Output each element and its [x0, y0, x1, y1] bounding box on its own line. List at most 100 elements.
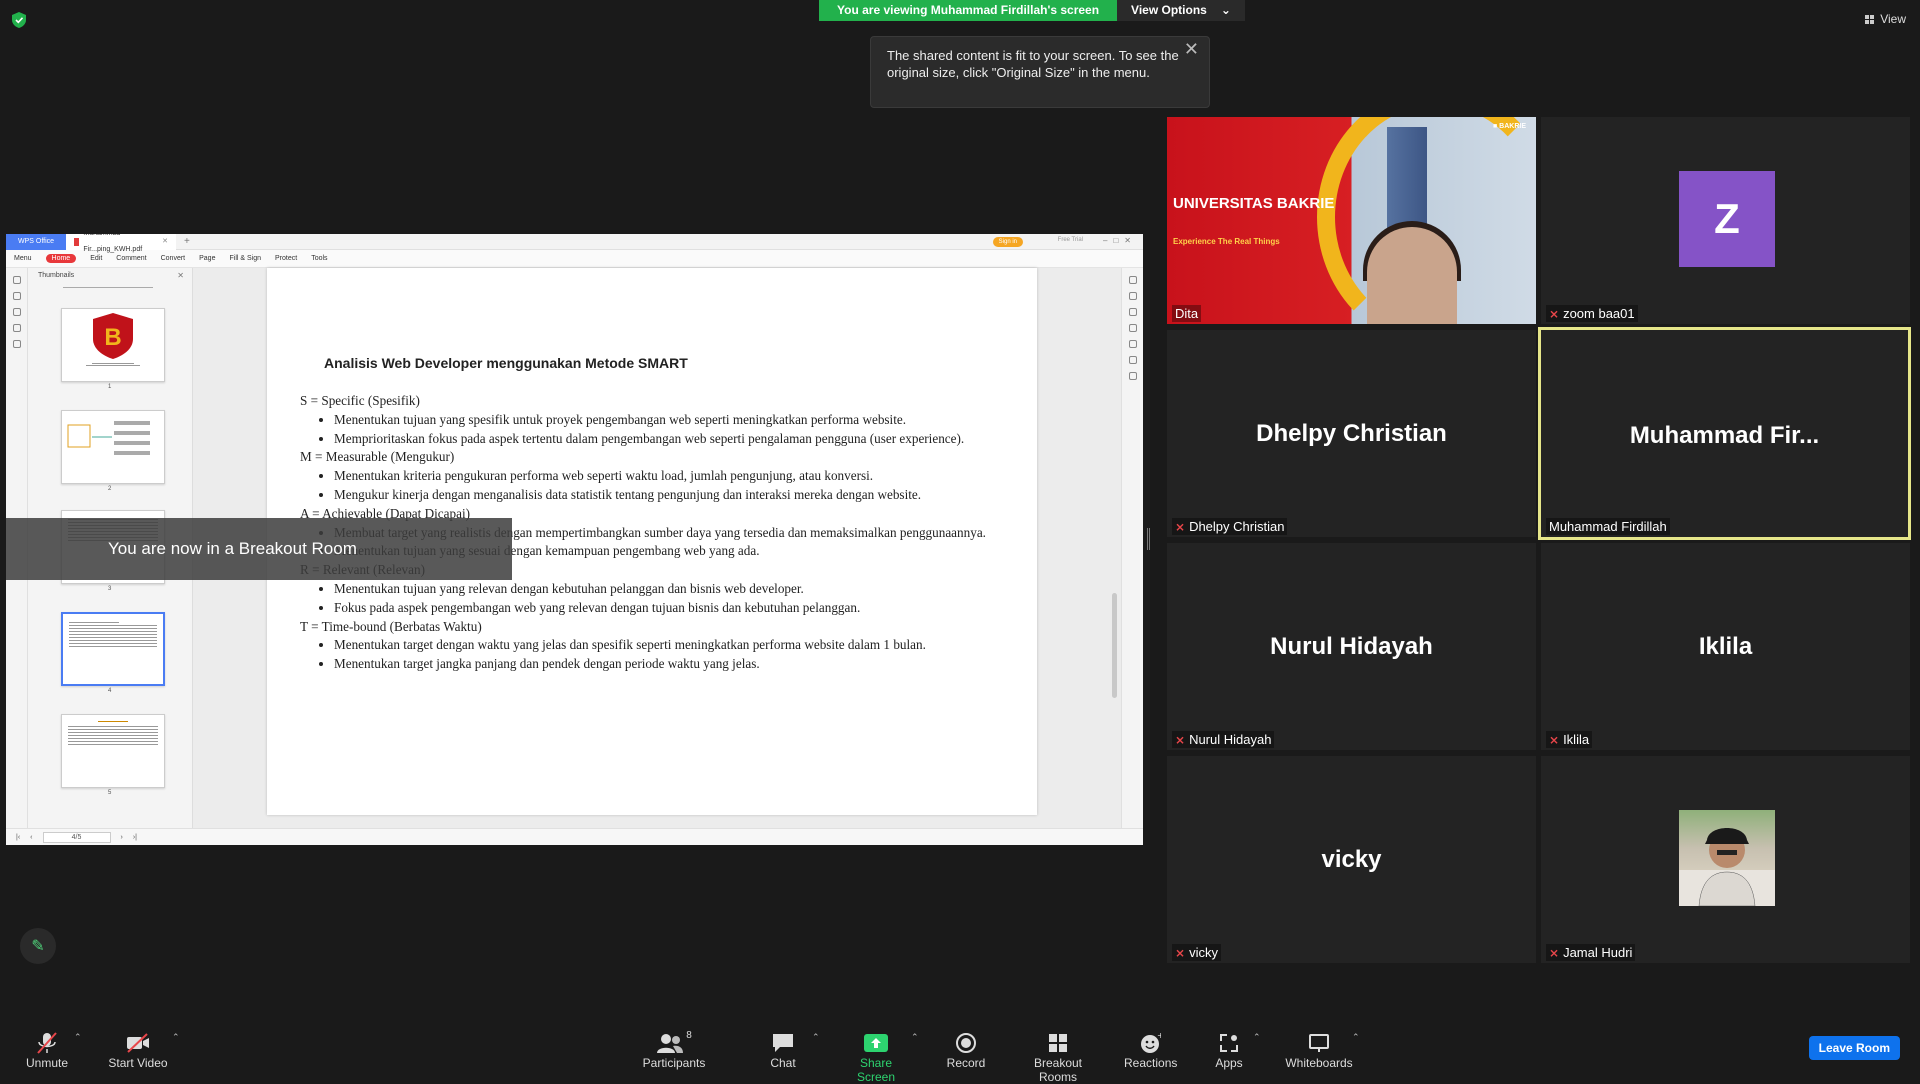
video-options-caret-icon[interactable]: ⌃ [172, 1032, 180, 1043]
participant-display-name: Dhelpy Christian [1256, 420, 1447, 447]
window-controls[interactable]: –□✕ [1103, 236, 1137, 245]
pen-icon[interactable] [1129, 308, 1137, 316]
apps-options-caret-icon[interactable]: ⌃ [1253, 1032, 1261, 1043]
wps-office-tab[interactable]: WPS Office [6, 234, 67, 250]
participant-tile-nurul[interactable]: Nurul Hidayah ⨯ Nurul Hidayah [1167, 543, 1536, 750]
participant-tile-vicky[interactable]: vicky ⨯ vicky [1167, 756, 1536, 963]
participant-name-label: Dita [1172, 305, 1202, 322]
participant-tile-zoom-baa01[interactable]: Z ⨯ zoom baa01 [1541, 117, 1910, 324]
menu-item-home[interactable]: Home [45, 254, 77, 263]
last-page-icon[interactable]: ›| [133, 834, 137, 841]
participant-display-name: Iklila [1698, 633, 1753, 660]
thumbnail-page-1[interactable]: B [61, 308, 165, 382]
leave-room-button[interactable]: Leave Room [1808, 1036, 1900, 1060]
whiteboards-label: Whiteboards [1285, 1056, 1353, 1070]
menu-item-protect[interactable]: Protect [275, 255, 297, 262]
sign-in-button[interactable]: Sign in [992, 237, 1023, 247]
reactions-button[interactable]: + Reactions [1124, 1030, 1178, 1070]
right-tool-rail [1121, 268, 1143, 828]
share-screen-button[interactable]: Share Screen [840, 1030, 912, 1084]
university-logo-icon: ■ BAKRIE [1492, 123, 1526, 130]
breakout-rooms-icon [1014, 1030, 1102, 1056]
participant-tile-dhelpy[interactable]: Dhelpy Christian ⨯ Dhelpy Christian [1167, 330, 1536, 537]
whiteboards-button[interactable]: Whiteboards [1282, 1030, 1356, 1070]
view-layout-button[interactable]: View [1865, 12, 1906, 26]
previous-page-icon[interactable]: ‹ [30, 834, 32, 841]
record-button[interactable]: Record [943, 1030, 989, 1070]
thumbnail-number: 3 [108, 586, 112, 592]
view-options-button[interactable]: View Options ⌄ [1117, 0, 1245, 21]
thumbnail-page-4[interactable] [61, 612, 165, 686]
share-options-caret-icon[interactable]: ⌃ [911, 1032, 919, 1043]
document-scrollbar[interactable] [1112, 593, 1117, 698]
start-video-button[interactable]: Start Video [106, 1030, 170, 1070]
bookmark-icon[interactable] [13, 276, 21, 284]
share-screen-icon [840, 1030, 912, 1056]
wps-tab-bar: WPS Office Muhammad Fir...ping_KWH.pdf ✕… [6, 234, 1143, 253]
audio-options-caret-icon[interactable]: ⌃ [74, 1032, 82, 1043]
mic-muted-icon: ⨯ [1549, 306, 1560, 321]
unmute-label: Unmute [25, 1056, 69, 1070]
zoom-icon[interactable] [1129, 356, 1137, 364]
apps-button[interactable]: Apps [1214, 1030, 1244, 1070]
close-icon[interactable]: ✕ [1184, 40, 1199, 58]
chat-button[interactable]: Chat [763, 1030, 803, 1070]
menu-item-page[interactable]: Page [199, 255, 215, 262]
annotate-pen-button[interactable]: ✎ [20, 928, 56, 964]
help-icon[interactable] [1129, 372, 1137, 380]
new-tab-plus-icon[interactable]: + [176, 236, 198, 247]
mic-muted-icon: ⨯ [1175, 945, 1186, 960]
breakout-rooms-button[interactable]: Breakout Rooms [1014, 1030, 1102, 1084]
participant-tile-jamal[interactable]: ⨯ Jamal Hudri [1541, 756, 1910, 963]
chevron-down-icon: ⌄ [1220, 3, 1231, 17]
page-number-input[interactable]: 4/5 [42, 831, 111, 843]
chat-options-caret-icon[interactable]: ⌃ [812, 1032, 820, 1043]
section-heading: M = Measurable (Mengukur) [300, 449, 455, 465]
mic-muted-icon: ⨯ [1549, 945, 1560, 960]
free-trial-button[interactable]: Free Trial [1058, 237, 1083, 243]
participant-name-label: ⨯ zoom baa01 [1546, 305, 1638, 322]
list-item: Mengukur kinerja dengan menganalisis dat… [334, 486, 1010, 505]
thumbnail-page-5[interactable] [61, 714, 165, 788]
comment-icon[interactable] [13, 308, 21, 316]
edit-icon[interactable] [1129, 276, 1137, 284]
list-item: Memprioritaskan fokus pada aspek tertent… [334, 430, 1010, 449]
whiteboard-options-caret-icon[interactable]: ⌃ [1352, 1032, 1360, 1043]
reactions-label: Reactions [1124, 1056, 1178, 1070]
close-icon[interactable]: ✕ [162, 234, 168, 250]
next-page-icon[interactable]: › [121, 834, 123, 841]
menu-item-convert[interactable]: Convert [161, 255, 186, 262]
mic-muted-icon: ⨯ [1175, 519, 1186, 534]
thumbnails-icon[interactable] [13, 292, 21, 300]
attachment-icon[interactable] [13, 324, 21, 332]
thumbnail-page-2[interactable] [61, 410, 165, 484]
participant-tile-muhammad[interactable]: Muhammad Fir... Muhammad Firdillah [1538, 327, 1911, 540]
record-label: Record [946, 1056, 986, 1070]
participant-tile-dita[interactable]: UNIVERSITAS BAKRIE Experience The Real T… [1167, 117, 1536, 324]
security-shield-icon[interactable] [12, 12, 26, 28]
participant-name: vicky [1189, 945, 1218, 960]
format-icon[interactable] [1129, 292, 1137, 300]
list-item: Menentukan target dengan waktu yang jela… [334, 636, 1010, 655]
print-icon[interactable] [1129, 340, 1137, 348]
section-time-bound: T = Time-bound (Berbatas Waktu) Menentuk… [300, 618, 1010, 674]
apps-icon [1214, 1030, 1244, 1056]
first-page-icon[interactable]: |‹ [16, 834, 20, 841]
signature-icon[interactable] [13, 340, 21, 348]
participants-button[interactable]: 8 Participants [640, 1030, 708, 1070]
thumbnail-zoom-slider[interactable] [63, 287, 153, 288]
list-item: Fokus pada aspek pengembangan web yang r… [334, 599, 1010, 618]
svg-text:B: B [104, 324, 121, 351]
menu-item-fill-sign[interactable]: Fill & Sign [229, 255, 261, 262]
split-view-drag-handle[interactable] [1147, 528, 1150, 550]
participant-name-label: ⨯ Dhelpy Christian [1172, 518, 1288, 535]
pdf-document-tab[interactable]: Muhammad Fir...ping_KWH.pdf ✕ [66, 234, 177, 253]
menu-item-tools[interactable]: Tools [311, 255, 327, 262]
participant-tile-iklila[interactable]: Iklila ⨯ Iklila [1541, 543, 1910, 750]
view-options-label: View Options [1131, 3, 1207, 17]
unmute-button[interactable]: Unmute [22, 1030, 72, 1070]
participants-label: Participants [642, 1056, 706, 1070]
menu-item-menu[interactable]: Menu [14, 255, 32, 262]
settings-icon[interactable] [1129, 324, 1137, 332]
close-icon[interactable]: ✕ [177, 271, 184, 280]
